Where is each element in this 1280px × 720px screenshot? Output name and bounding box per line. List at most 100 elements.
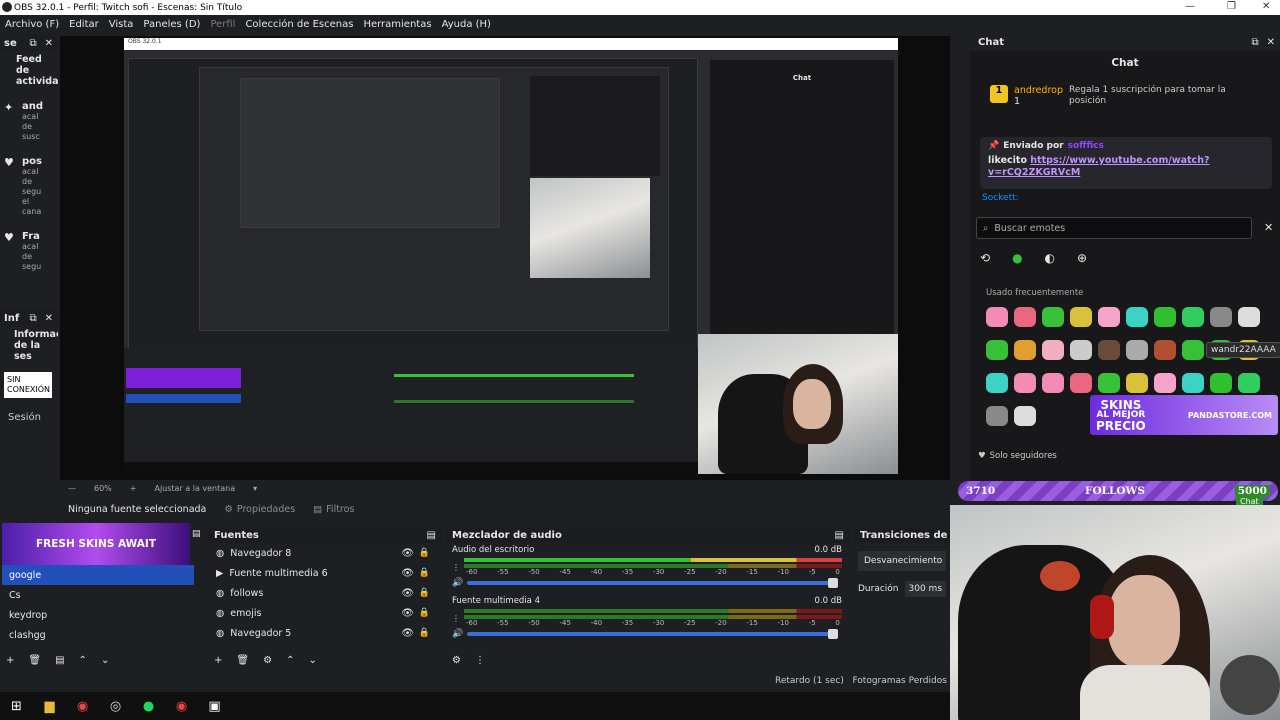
lock-icon[interactable]: 🔒: [419, 588, 430, 598]
emote-icon[interactable]: [1154, 307, 1176, 327]
obs-icon[interactable]: ◎: [99, 699, 132, 714]
maximize-button[interactable]: ❐: [1227, 1, 1236, 12]
channel-menu-icon[interactable]: ⋮: [452, 614, 460, 623]
app-icon[interactable]: ▣: [198, 699, 231, 714]
emote-icon[interactable]: [1098, 307, 1120, 327]
duration-input[interactable]: 300 ms: [904, 581, 947, 597]
emote-icon[interactable]: [1098, 373, 1120, 393]
visibility-icon[interactable]: 👁: [401, 628, 414, 639]
add-source-button[interactable]: +: [214, 655, 222, 666]
chrome-icon[interactable]: ◉: [165, 699, 198, 714]
feed-item[interactable]: ✦ and acal de susc: [0, 97, 58, 146]
lock-icon[interactable]: 🔒: [419, 568, 430, 578]
zoom-minus-button[interactable]: —: [68, 484, 76, 493]
visibility-icon[interactable]: 👁: [401, 588, 414, 599]
scene-item[interactable]: clashgg: [2, 625, 194, 645]
emote-icon[interactable]: [1098, 340, 1120, 360]
emote-icon[interactable]: [1238, 373, 1260, 393]
float-icon[interactable]: ⧉: [29, 38, 36, 49]
dock-menu-icon[interactable]: ▤: [192, 529, 201, 539]
emote-icon[interactable]: [1182, 307, 1204, 327]
source-item[interactable]: ▶ Fuente multimedia 6 👁 🔒: [212, 563, 442, 583]
chrome-icon[interactable]: ◉: [66, 699, 99, 714]
feed-item[interactable]: ♥ pos acal de segu el cana: [0, 152, 58, 221]
emote-icon[interactable]: [986, 340, 1008, 360]
emote-icon[interactable]: [1042, 373, 1064, 393]
emote-icon[interactable]: [1182, 340, 1204, 360]
minimize-button[interactable]: —: [1185, 1, 1195, 12]
emote-icon[interactable]: [1238, 307, 1260, 327]
dock-menu-icon[interactable]: ▤: [835, 530, 844, 541]
folder-icon[interactable]: ▆: [33, 699, 66, 714]
source-item[interactable]: ◍ Navegador 5 👁 🔒: [212, 623, 442, 643]
emote-icon[interactable]: [1042, 340, 1064, 360]
float-icon[interactable]: ⧉: [1251, 37, 1258, 48]
emote-icon[interactable]: [1070, 340, 1092, 360]
dock-close-icon[interactable]: ✕: [45, 38, 53, 49]
emote-icon[interactable]: [1014, 340, 1036, 360]
source-settings-button[interactable]: ⚙: [263, 655, 272, 666]
preview-canvas[interactable]: OBS 32.0.1 Chat: [124, 38, 898, 474]
lock-icon[interactable]: 🔒: [419, 628, 430, 638]
scene-filters-button[interactable]: ▤: [55, 655, 64, 666]
speaker-icon[interactable]: 🔊: [452, 578, 463, 588]
recent-icon[interactable]: ⟲: [980, 251, 990, 271]
float-icon[interactable]: ⧉: [29, 313, 36, 324]
channel-menu-icon[interactable]: ⋮: [452, 563, 460, 572]
source-item[interactable]: ◍ Navegador 8 👁 🔒: [212, 543, 442, 563]
emote-icon[interactable]: [1210, 373, 1232, 393]
global-emote-tab-icon[interactable]: ⊕: [1077, 251, 1087, 271]
windows-start-icon[interactable]: ⊞: [0, 699, 33, 714]
source-item[interactable]: ◍ emojis 👁 🔒: [212, 603, 442, 623]
scene-item[interactable]: keydrop: [2, 605, 194, 625]
zoom-plus-button[interactable]: +: [130, 484, 137, 493]
lock-icon[interactable]: 🔒: [419, 608, 430, 618]
move-up-button[interactable]: ⌃: [286, 655, 294, 666]
close-button[interactable]: ✕: [1262, 1, 1270, 12]
dock-close-icon[interactable]: ✕: [1267, 37, 1275, 48]
menu-vista[interactable]: Vista: [104, 19, 139, 30]
emote-icon[interactable]: [986, 406, 1008, 426]
dock-menu-icon[interactable]: ▤: [427, 530, 436, 541]
spotify-icon[interactable]: ●: [132, 699, 165, 714]
channel-avatar-icon[interactable]: ◐: [1045, 251, 1055, 271]
emote-icon[interactable]: [1070, 373, 1092, 393]
menu-perfil[interactable]: Perfil: [205, 19, 240, 30]
remove-scene-button[interactable]: 🗑: [28, 655, 41, 666]
menu-editar[interactable]: Editar: [64, 19, 104, 30]
menu-archivo[interactable]: Archivo (F): [0, 19, 64, 30]
emote-icon[interactable]: [1182, 373, 1204, 393]
emote-icon[interactable]: [1014, 307, 1036, 327]
filters-button[interactable]: ▤ Filtros: [313, 504, 354, 515]
menu-paneles[interactable]: Paneles (D): [138, 19, 205, 30]
emote-icon[interactable]: [986, 373, 1008, 393]
emote-icon[interactable]: [1070, 307, 1092, 327]
speaker-icon[interactable]: 🔊: [452, 629, 463, 639]
emote-icon[interactable]: [1154, 340, 1176, 360]
source-item[interactable]: ◍ follows 👁 🔒: [212, 583, 442, 603]
feed-item[interactable]: ♥ Fra acal de segu: [0, 227, 58, 276]
move-down-button[interactable]: ⌄: [101, 655, 109, 666]
menu-coleccion-escenas[interactable]: Colección de Escenas: [240, 19, 358, 30]
emote-icon[interactable]: [1154, 373, 1176, 393]
scene-item[interactable]: google: [2, 565, 194, 585]
scene-item[interactable]: Cs: [2, 585, 194, 605]
lock-icon[interactable]: 🔒: [419, 548, 430, 558]
emote-icon[interactable]: [1126, 307, 1148, 327]
mixer-menu-button[interactable]: ⋮: [475, 655, 485, 666]
ad-banner[interactable]: SKINS AL MEJOR PRECIO PANDASTORE.COM: [1090, 395, 1278, 435]
menu-herramientas[interactable]: Herramientas: [358, 19, 436, 30]
menu-ayuda[interactable]: Ayuda (H): [437, 19, 496, 30]
properties-button[interactable]: ⚙ Propiedades: [224, 504, 295, 515]
emote-search[interactable]: ⌕ Buscar emotes: [976, 217, 1252, 239]
volume-slider[interactable]: [467, 629, 838, 639]
remove-source-button[interactable]: 🗑: [236, 655, 249, 666]
dock-close-icon[interactable]: ✕: [45, 313, 53, 324]
channel-emote-tab-icon[interactable]: ●: [1012, 251, 1022, 271]
visibility-icon[interactable]: 👁: [401, 608, 414, 619]
add-scene-button[interactable]: +: [6, 655, 14, 666]
move-up-button[interactable]: ⌃: [79, 655, 87, 666]
visibility-icon[interactable]: 👁: [401, 548, 414, 559]
close-emote-picker-icon[interactable]: ✕: [1264, 221, 1273, 234]
pinned-message[interactable]: 📌 Enviado por sofffics likecito https://ww…: [980, 137, 1272, 189]
